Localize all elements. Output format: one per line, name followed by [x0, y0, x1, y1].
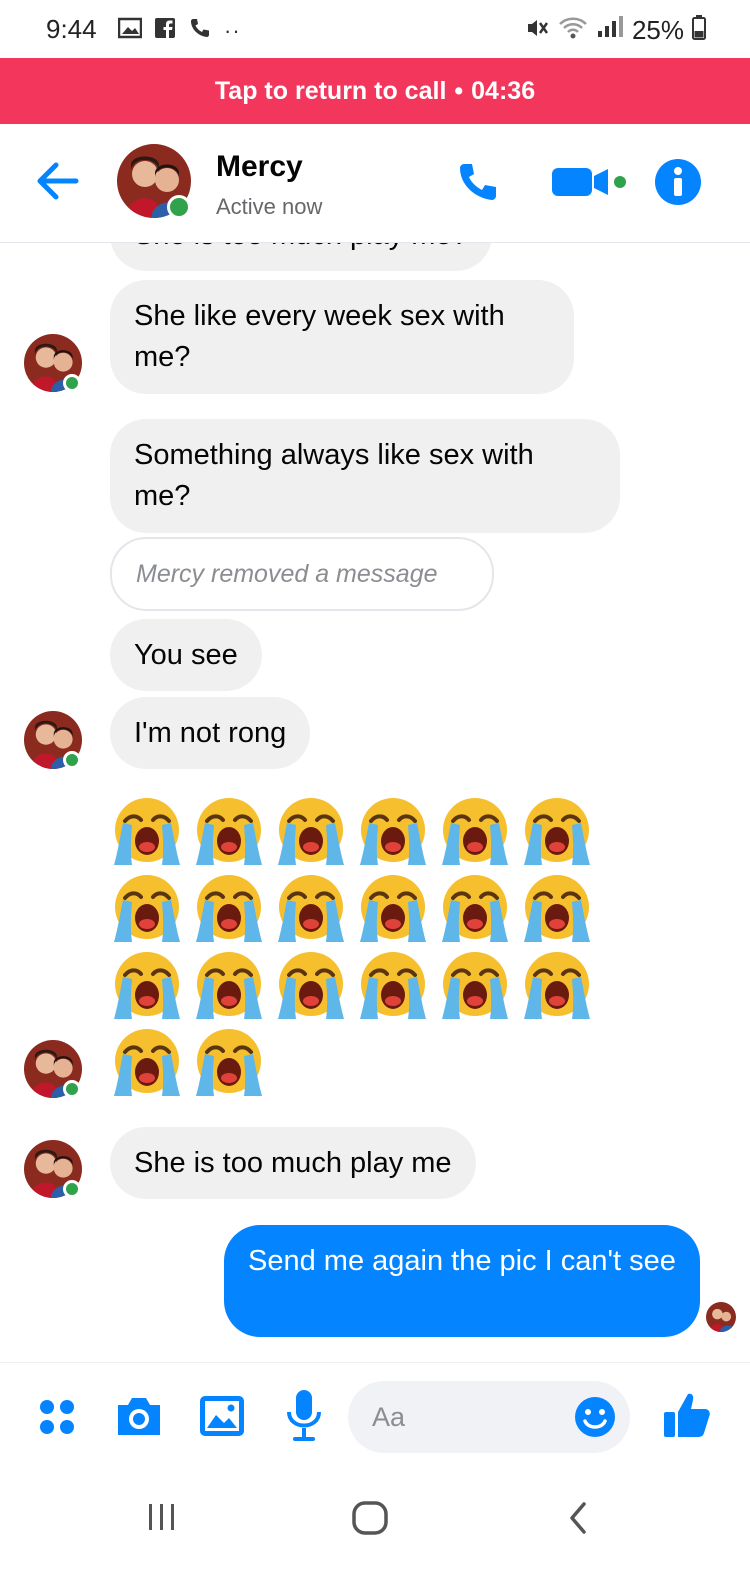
read-receipt-avatar: [706, 1302, 736, 1332]
chat-header: Mercy Active now: [0, 124, 750, 243]
recent-apps-icon[interactable]: [145, 1500, 179, 1539]
loudly-crying-face-emoji: [438, 949, 510, 1021]
back-icon[interactable]: [566, 1500, 590, 1541]
gallery-icon[interactable]: [198, 1393, 246, 1444]
loudly-crying-face-emoji: [192, 872, 264, 944]
status-right: 25%: [526, 14, 706, 47]
message-bubble[interactable]: She like every week sex with me?: [110, 280, 574, 394]
battery-icon: [692, 14, 706, 47]
message-bubble[interactable]: She is too much play me: [110, 1127, 476, 1199]
message-text: She is too much play me?: [134, 243, 468, 251]
loudly-crying-face-emoji: [192, 795, 264, 867]
loudly-crying-face-emoji: [110, 872, 182, 944]
video-camera-icon[interactable]: [550, 164, 630, 205]
online-indicator: [63, 1080, 81, 1098]
message-text: You see: [134, 639, 238, 671]
wifi-icon: [558, 15, 588, 46]
loudly-crying-face-emoji: [356, 795, 428, 867]
message-bubble[interactable]: You see: [110, 619, 262, 691]
message-text: She is too much play me: [134, 1147, 452, 1179]
camera-icon[interactable]: [114, 1393, 164, 1444]
message-text: Something always like sex with me?: [134, 439, 534, 512]
system-nav-bar: [0, 1472, 750, 1583]
phone-icon: [188, 16, 212, 45]
loudly-crying-face-emoji: [520, 949, 592, 1021]
loudly-crying-face-emoji: [520, 795, 592, 867]
online-indicator: [63, 1180, 81, 1198]
return-to-call-banner[interactable]: Tap to return to call • 04:36: [0, 58, 750, 124]
loudly-crying-face-emoji: [520, 872, 592, 944]
back-arrow-icon[interactable]: [34, 160, 80, 207]
contact-status: Active now: [216, 194, 323, 219]
sent-message-text: Send me again the pic I can't see: [248, 1245, 676, 1277]
loudly-crying-face-emoji: [192, 1026, 264, 1098]
message-bubble[interactable]: Something always like sex with me?: [110, 419, 620, 533]
loudly-crying-face-emoji: [110, 1026, 182, 1098]
call-duration: 04:36: [471, 76, 536, 105]
thumbs-up-icon[interactable]: [662, 1390, 712, 1445]
loudly-crying-face-emoji: [438, 872, 510, 944]
gallery-icon: [117, 17, 143, 44]
loudly-crying-face-emoji: [110, 949, 182, 1021]
removed-message-text: Mercy removed a message: [136, 559, 438, 588]
loudly-crying-face-emoji: [356, 949, 428, 1021]
message-text: She like every week sex with me?: [134, 300, 505, 373]
online-indicator: [63, 751, 81, 769]
loudly-crying-face-emoji: [274, 872, 346, 944]
call-banner-separator: •: [454, 76, 464, 105]
loudly-crying-face-emoji: [110, 795, 182, 867]
info-icon[interactable]: [654, 158, 702, 211]
message-bubble[interactable]: I'm not rong: [110, 697, 311, 769]
message-bubble[interactable]: She is too much play me?: [110, 243, 492, 271]
mute-icon: [526, 15, 550, 46]
online-indicator: [63, 374, 81, 392]
contact-name[interactable]: Mercy: [216, 150, 303, 184]
loudly-crying-face-emoji: [274, 949, 346, 1021]
signal-icon: [596, 15, 624, 46]
apps-icon[interactable]: [38, 1398, 78, 1443]
more-dots-icon: ··: [224, 17, 241, 43]
loudly-crying-face-emoji: [438, 795, 510, 867]
status-time: 9:44: [46, 14, 97, 44]
loudly-crying-face-emoji: [192, 949, 264, 1021]
removed-message-notice: Mercy removed a message: [110, 537, 494, 611]
home-icon[interactable]: [350, 1500, 390, 1541]
facebook-icon: [154, 17, 176, 44]
message-text: I'm not rong: [134, 717, 287, 749]
loudly-crying-face-emoji: [274, 795, 346, 867]
microphone-icon[interactable]: [284, 1388, 324, 1449]
phone-icon[interactable]: [454, 158, 502, 211]
battery-percent: 25%: [631, 15, 684, 45]
status-left-icons: ··: [117, 16, 241, 45]
status-bar: 9:44 ·· 25%: [0, 0, 750, 58]
emoji-icon[interactable]: [574, 1396, 616, 1443]
call-banner-text: Tap to return to call: [214, 76, 447, 105]
loudly-crying-face-emoji: [356, 872, 428, 944]
online-indicator: [167, 195, 191, 219]
sent-message-bubble[interactable]: Send me again the pic I can't see: [224, 1225, 700, 1337]
